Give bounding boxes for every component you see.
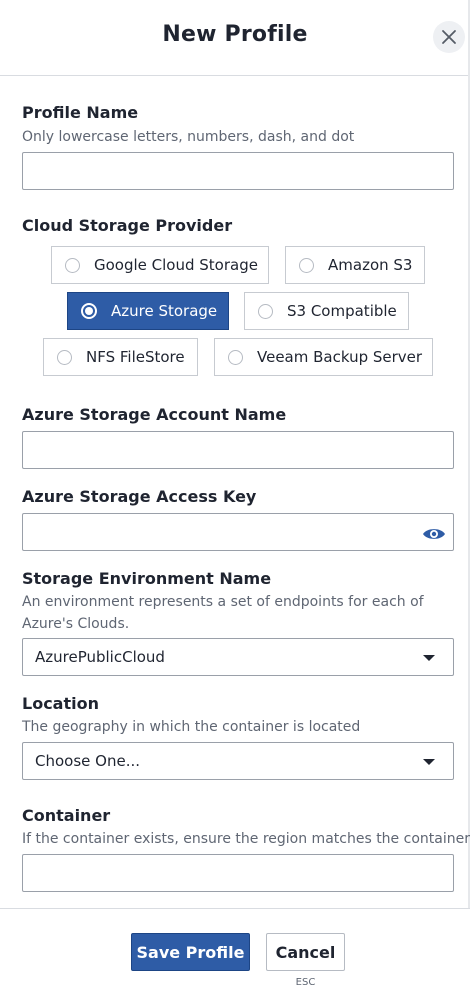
location-label: Location bbox=[22, 694, 99, 713]
radio-label: Amazon S3 bbox=[328, 256, 413, 274]
chevron-down-icon bbox=[423, 655, 435, 661]
chevron-down-icon bbox=[423, 759, 435, 765]
save-profile-button[interactable]: Save Profile bbox=[131, 933, 250, 971]
radio-circle-icon bbox=[299, 257, 314, 273]
access-key-input[interactable] bbox=[22, 513, 454, 551]
dialog-header: New Profile bbox=[0, 0, 470, 76]
radio-label: Veeam Backup Server bbox=[257, 348, 423, 366]
profile-name-help: Only lowercase letters, numbers, dash, a… bbox=[22, 129, 355, 145]
radio-circle-icon bbox=[258, 303, 273, 319]
container-input[interactable] bbox=[22, 854, 454, 892]
cancel-shortcut-hint: ESC bbox=[295, 977, 316, 988]
location-select[interactable]: Choose One... bbox=[22, 742, 454, 780]
container-help: If the container exists, ensure the regi… bbox=[22, 831, 470, 847]
access-key-label: Azure Storage Access Key bbox=[22, 487, 257, 506]
radio-veeam-backup-server[interactable]: Veeam Backup Server bbox=[214, 338, 433, 376]
cancel-button[interactable]: Cancel bbox=[266, 933, 345, 971]
radio-selected-icon bbox=[81, 303, 97, 319]
radio-azure-storage[interactable]: Azure Storage bbox=[67, 292, 229, 330]
eye-icon[interactable] bbox=[422, 526, 446, 542]
close-button[interactable] bbox=[433, 21, 465, 53]
radio-label: Azure Storage bbox=[111, 302, 218, 320]
provider-label: Cloud Storage Provider bbox=[22, 216, 233, 235]
radio-label: Google Cloud Storage bbox=[94, 256, 258, 274]
radio-google-cloud-storage[interactable]: Google Cloud Storage bbox=[51, 246, 269, 284]
environment-label: Storage Environment Name bbox=[22, 569, 272, 588]
account-name-label: Azure Storage Account Name bbox=[22, 405, 287, 424]
profile-name-label: Profile Name bbox=[22, 103, 139, 122]
radio-circle-icon bbox=[57, 349, 72, 365]
environment-selected-value: AzurePublicCloud bbox=[35, 648, 165, 666]
radio-nfs-filestore[interactable]: NFS FileStore bbox=[43, 338, 198, 376]
location-selected-value: Choose One... bbox=[35, 752, 140, 770]
account-name-input[interactable] bbox=[22, 431, 454, 469]
dialog-title: New Profile bbox=[162, 22, 308, 47]
environment-help: An environment represents a set of endpo… bbox=[22, 594, 424, 632]
radio-label: S3 Compatible bbox=[287, 302, 397, 320]
environment-select[interactable]: AzurePublicCloud bbox=[22, 638, 454, 676]
radio-s3-compatible[interactable]: S3 Compatible bbox=[244, 292, 409, 330]
radio-circle-icon bbox=[65, 257, 80, 273]
container-label: Container bbox=[22, 806, 111, 825]
close-icon bbox=[442, 30, 456, 44]
radio-label: NFS FileStore bbox=[86, 348, 185, 366]
radio-circle-icon bbox=[228, 349, 243, 365]
profile-name-input[interactable] bbox=[22, 152, 454, 190]
radio-amazon-s3[interactable]: Amazon S3 bbox=[285, 246, 425, 284]
location-help: The geography in which the container is … bbox=[22, 719, 361, 735]
